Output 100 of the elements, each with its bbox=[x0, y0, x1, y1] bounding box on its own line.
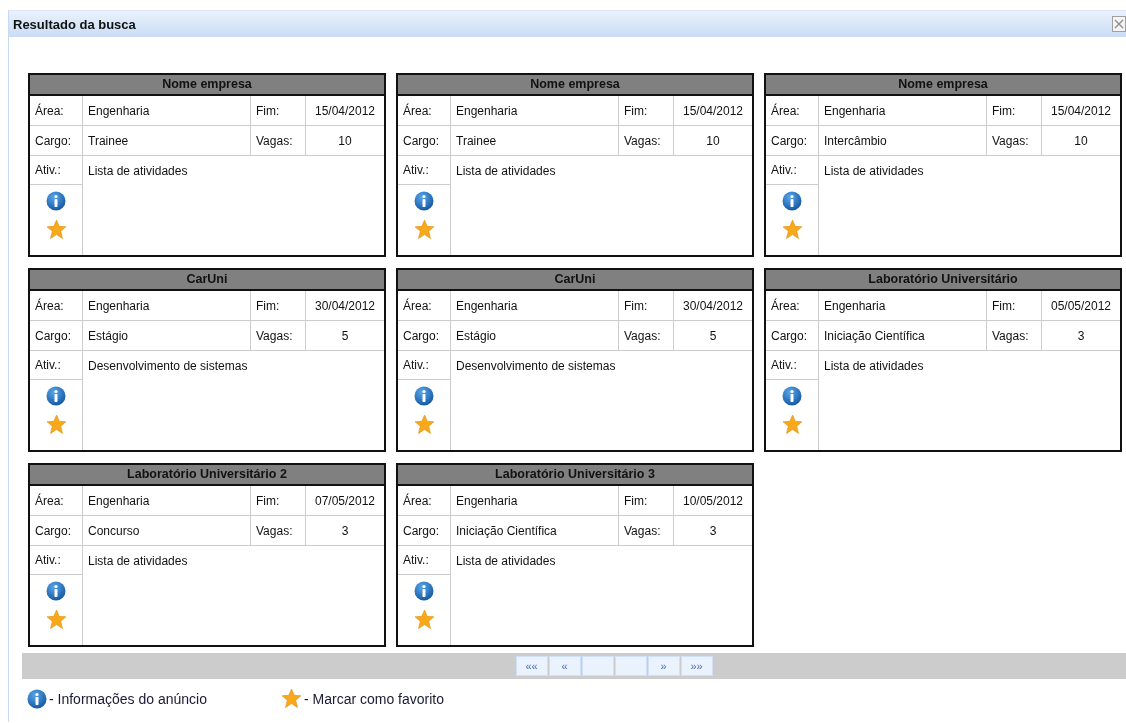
info-icon[interactable] bbox=[782, 386, 802, 406]
company-name: Nome empresa bbox=[766, 75, 1120, 96]
field-label: Vagas: bbox=[251, 321, 306, 350]
legend-text: - Informações do anúncio bbox=[49, 690, 207, 707]
info-icon[interactable] bbox=[46, 191, 66, 211]
field-label: Vagas: bbox=[987, 126, 1042, 155]
field-label: Cargo: bbox=[398, 321, 451, 350]
legend-text: - Marcar como favorito bbox=[304, 690, 445, 707]
info-icon[interactable] bbox=[414, 386, 434, 406]
field-label: Vagas: bbox=[251, 516, 306, 545]
table-cell-text: Desenvolvimento de sistemas bbox=[455, 358, 617, 375]
info-icon[interactable] bbox=[782, 191, 802, 211]
field-label: Cargo: bbox=[398, 516, 451, 545]
table-cell-text: 15/04/2012 bbox=[313, 102, 377, 120]
field-label: Área: bbox=[30, 291, 83, 320]
table-cell-text: Lista de atividades bbox=[823, 358, 925, 375]
field-label: Área: bbox=[30, 96, 83, 125]
star-icon[interactable] bbox=[413, 219, 435, 240]
field-label: Fim: bbox=[619, 291, 674, 320]
table-cell: Estágio bbox=[451, 321, 619, 350]
star-icon[interactable] bbox=[45, 219, 67, 240]
star-icon[interactable] bbox=[281, 688, 302, 709]
table-cell: Engenharia bbox=[819, 96, 987, 125]
company-name: CarUni bbox=[398, 270, 752, 291]
star-icon[interactable] bbox=[45, 414, 67, 435]
table-cell-text: Lista de atividades bbox=[455, 553, 557, 570]
table-cell: Engenharia bbox=[451, 291, 619, 320]
company-name: Laboratório Universitário 2 bbox=[30, 465, 384, 486]
page-button[interactable] bbox=[581, 656, 614, 676]
page-button[interactable]: »» bbox=[680, 656, 713, 676]
star-icon[interactable] bbox=[781, 414, 803, 435]
table-cell: Intercâmbio bbox=[819, 126, 987, 155]
field-label: Cargo: bbox=[30, 126, 83, 155]
info-icon[interactable] bbox=[46, 386, 66, 406]
table-cell-text: Lista de atividades bbox=[87, 163, 189, 180]
field-label: Vagas: bbox=[619, 516, 674, 545]
table-cell-text: 10/05/2012 bbox=[681, 492, 745, 510]
table-cell: Iniciação Científica bbox=[819, 321, 987, 350]
field-label: Cargo: bbox=[398, 126, 451, 155]
field-label: Fim: bbox=[251, 486, 306, 515]
info-icon[interactable] bbox=[46, 581, 66, 601]
field-label: Fim: bbox=[987, 96, 1042, 125]
company-name: Nome empresa bbox=[398, 75, 752, 96]
table-cell-text: 07/05/2012 bbox=[313, 492, 377, 510]
page-button[interactable]: « bbox=[548, 656, 581, 676]
table-cell: Engenharia bbox=[819, 291, 987, 320]
table-cell-text: 10 bbox=[705, 132, 721, 150]
table-cell: Engenharia bbox=[83, 96, 251, 125]
field-label: Vagas: bbox=[619, 126, 674, 155]
field-label: Área: bbox=[398, 486, 451, 515]
star-icon[interactable] bbox=[781, 219, 803, 240]
table-cell-text: 05/05/2012 bbox=[1049, 297, 1113, 315]
close-icon[interactable] bbox=[1112, 16, 1126, 32]
page-button[interactable] bbox=[614, 656, 647, 676]
field-label: Área: bbox=[766, 96, 819, 125]
table-cell: Engenharia bbox=[83, 486, 251, 515]
field-label: Cargo: bbox=[30, 516, 83, 545]
star-icon[interactable] bbox=[413, 414, 435, 435]
field-label: Ativ.: bbox=[30, 351, 83, 380]
company-name: Laboratório Universitário 3 bbox=[398, 465, 752, 486]
page-button[interactable]: » bbox=[647, 656, 680, 676]
field-label: Ativ.: bbox=[766, 351, 819, 380]
field-label: Área: bbox=[30, 486, 83, 515]
star-icon[interactable] bbox=[413, 609, 435, 630]
table-cell-text: 3 bbox=[1076, 327, 1086, 345]
table-cell-text: 15/04/2012 bbox=[681, 102, 745, 120]
table-cell-text: Lista de atividades bbox=[823, 163, 925, 180]
field-label: Área: bbox=[398, 96, 451, 125]
field-label: Vagas: bbox=[619, 321, 674, 350]
info-icon[interactable] bbox=[27, 688, 47, 709]
page-button[interactable]: «« bbox=[515, 656, 548, 676]
window-title: Resultado da busca bbox=[13, 16, 136, 32]
field-label: Fim: bbox=[251, 291, 306, 320]
company-name: Nome empresa bbox=[30, 75, 384, 96]
field-label: Vagas: bbox=[987, 321, 1042, 350]
field-label: Ativ.: bbox=[398, 546, 451, 575]
table-cell: Concurso bbox=[83, 516, 251, 545]
field-label: Fim: bbox=[987, 291, 1042, 320]
field-label: Ativ.: bbox=[766, 156, 819, 185]
table-cell: Engenharia bbox=[451, 486, 619, 515]
company-name: Laboratório Universitário bbox=[766, 270, 1120, 291]
field-label: Cargo: bbox=[30, 321, 83, 350]
field-label: Fim: bbox=[619, 486, 674, 515]
table-cell: Engenharia bbox=[83, 291, 251, 320]
table-cell: Trainee bbox=[451, 126, 619, 155]
table-cell-text: 5 bbox=[340, 327, 350, 345]
table-cell: Iniciação Científica bbox=[451, 516, 619, 545]
table-cell-text: Desenvolvimento de sistemas bbox=[87, 358, 249, 375]
star-icon[interactable] bbox=[45, 609, 67, 630]
table-cell-text: Lista de atividades bbox=[87, 553, 189, 570]
field-label: Ativ.: bbox=[30, 156, 83, 185]
company-name: CarUni bbox=[30, 270, 384, 291]
table-cell: Estágio bbox=[83, 321, 251, 350]
info-icon[interactable] bbox=[414, 581, 434, 601]
info-icon[interactable] bbox=[414, 191, 434, 211]
table-cell-text: 30/04/2012 bbox=[313, 297, 377, 315]
field-label: Ativ.: bbox=[398, 351, 451, 380]
field-label: Cargo: bbox=[766, 126, 819, 155]
table-cell-text: 3 bbox=[340, 522, 350, 540]
table-cell-text: 10 bbox=[1073, 132, 1089, 150]
